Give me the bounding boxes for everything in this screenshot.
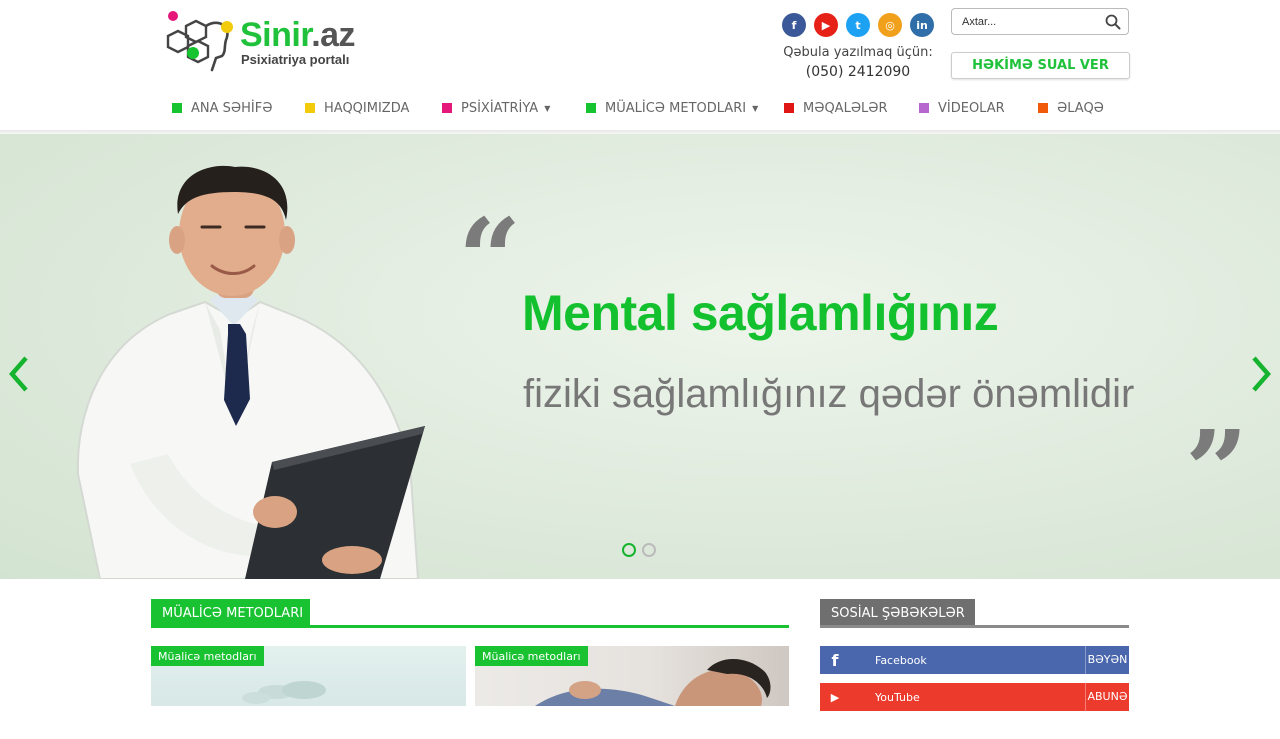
- youtube-icon[interactable]: ▶: [814, 13, 838, 37]
- nav-item-contact[interactable]: ƏLAQƏ: [1038, 98, 1104, 118]
- site-logo[interactable]: Sinir.az Psixiatriya portalı: [164, 8, 394, 74]
- hero-slider: “ Mental sağlamlığınız fiziki sağlamlığı…: [0, 134, 1280, 579]
- slide-dot-1[interactable]: [622, 543, 636, 557]
- nav-bullet-icon: [305, 103, 315, 113]
- section-underline: [151, 625, 789, 628]
- phone-number[interactable]: (050) 2412090: [780, 64, 936, 80]
- nav-item-treatment[interactable]: MÜALİCƏ METODLARI ▼: [586, 98, 758, 118]
- section-title-social: SOSİAL ŞƏBƏKƏLƏR: [820, 599, 975, 627]
- brand-tagline: Psixiatriya portalı: [241, 52, 350, 67]
- nav-bullet-icon: [1038, 103, 1048, 113]
- social-name: YouTube: [875, 690, 920, 704]
- social-icons: f ▶ t ◎ in: [782, 13, 934, 37]
- chevron-down-icon: ▼: [544, 103, 551, 113]
- facebook-icon[interactable]: f: [782, 13, 806, 37]
- quote-close-icon: ”: [1185, 406, 1249, 535]
- subscribe-button[interactable]: ABUNƏ OL: [1085, 683, 1129, 731]
- nav-bullet-icon: [784, 103, 794, 113]
- search-icon[interactable]: [1105, 14, 1121, 30]
- like-button[interactable]: BƏYƏN: [1085, 646, 1129, 674]
- nav-item-label: ANA SƏHİFƏ: [191, 100, 273, 116]
- nav-item-articles[interactable]: MƏQALƏLƏR: [784, 98, 888, 118]
- hero-subheading: fiziki sağlamlığınız qədər önəmlidir: [523, 372, 1135, 416]
- hero-heading: Mental sağlamlığınız: [522, 285, 999, 341]
- nav-item-videos[interactable]: VİDEOLAR: [919, 98, 1005, 118]
- brain-logo-icon: [166, 11, 233, 72]
- slide-dot-2[interactable]: [642, 543, 656, 557]
- nav-item-label: VİDEOLAR: [938, 100, 1005, 116]
- nav-item-label: MƏQALƏLƏR: [803, 100, 888, 116]
- article-card[interactable]: Müalicə metodları: [475, 646, 789, 706]
- nav-item-home[interactable]: ANA SƏHİFƏ: [172, 98, 272, 118]
- site-header: Sinir.az Psixiatriya portalı f ▶ t ◎ in …: [0, 0, 1280, 134]
- nav-item-label: MÜALİCƏ METODLARI: [605, 100, 747, 116]
- chevron-right-icon[interactable]: [1248, 354, 1274, 394]
- nav-item-about[interactable]: HAQQIMIZDA: [305, 98, 409, 118]
- card-category-tag[interactable]: Müalicə metodları: [151, 646, 264, 666]
- social-name: Facebook: [875, 653, 927, 667]
- quote-open-icon: “: [458, 194, 522, 323]
- brand-name: Sinir.az: [240, 16, 356, 54]
- chevron-down-icon: ▼: [752, 103, 759, 113]
- nav-bullet-icon: [172, 103, 182, 113]
- instagram-icon[interactable]: ◎: [878, 13, 902, 37]
- card-category-tag[interactable]: Müalicə metodları: [475, 646, 588, 666]
- slider-pagination: [622, 543, 656, 557]
- doctor-photo: [76, 165, 425, 579]
- social-row-youtube[interactable]: ▶ YouTube ABUNƏ OL: [820, 683, 1129, 731]
- chevron-left-icon[interactable]: [6, 354, 32, 394]
- nav-bullet-icon: [919, 103, 929, 113]
- twitter-icon[interactable]: t: [846, 13, 870, 37]
- search-box: [951, 8, 1129, 35]
- social-row-facebook[interactable]: f Facebook BƏYƏN: [820, 646, 1129, 674]
- nav-item-psychiatry[interactable]: PSİXİATRİYA ▼: [442, 98, 550, 118]
- youtube-icon: ▶: [830, 690, 840, 704]
- nav-item-label: PSİXİATRİYA: [461, 100, 539, 116]
- ask-doctor-button[interactable]: HƏKİMƏ SUAL VER: [951, 52, 1130, 79]
- nav-item-label: ƏLAQƏ: [1057, 100, 1104, 116]
- section-underline: [820, 625, 1129, 628]
- appointment-label: Qəbula yazılmaq üçün:: [783, 45, 933, 60]
- nav-item-label: HAQQIMIZDA: [324, 100, 410, 116]
- facebook-icon: f: [831, 650, 839, 670]
- search-input[interactable]: [952, 9, 1102, 34]
- article-card[interactable]: Müalicə metodları: [151, 646, 466, 706]
- linkedin-icon[interactable]: in: [910, 13, 934, 37]
- section-title-treatment[interactable]: MÜALİCƏ METODLARI: [151, 599, 310, 627]
- nav-bullet-icon: [586, 103, 596, 113]
- nav-bullet-icon: [442, 103, 452, 113]
